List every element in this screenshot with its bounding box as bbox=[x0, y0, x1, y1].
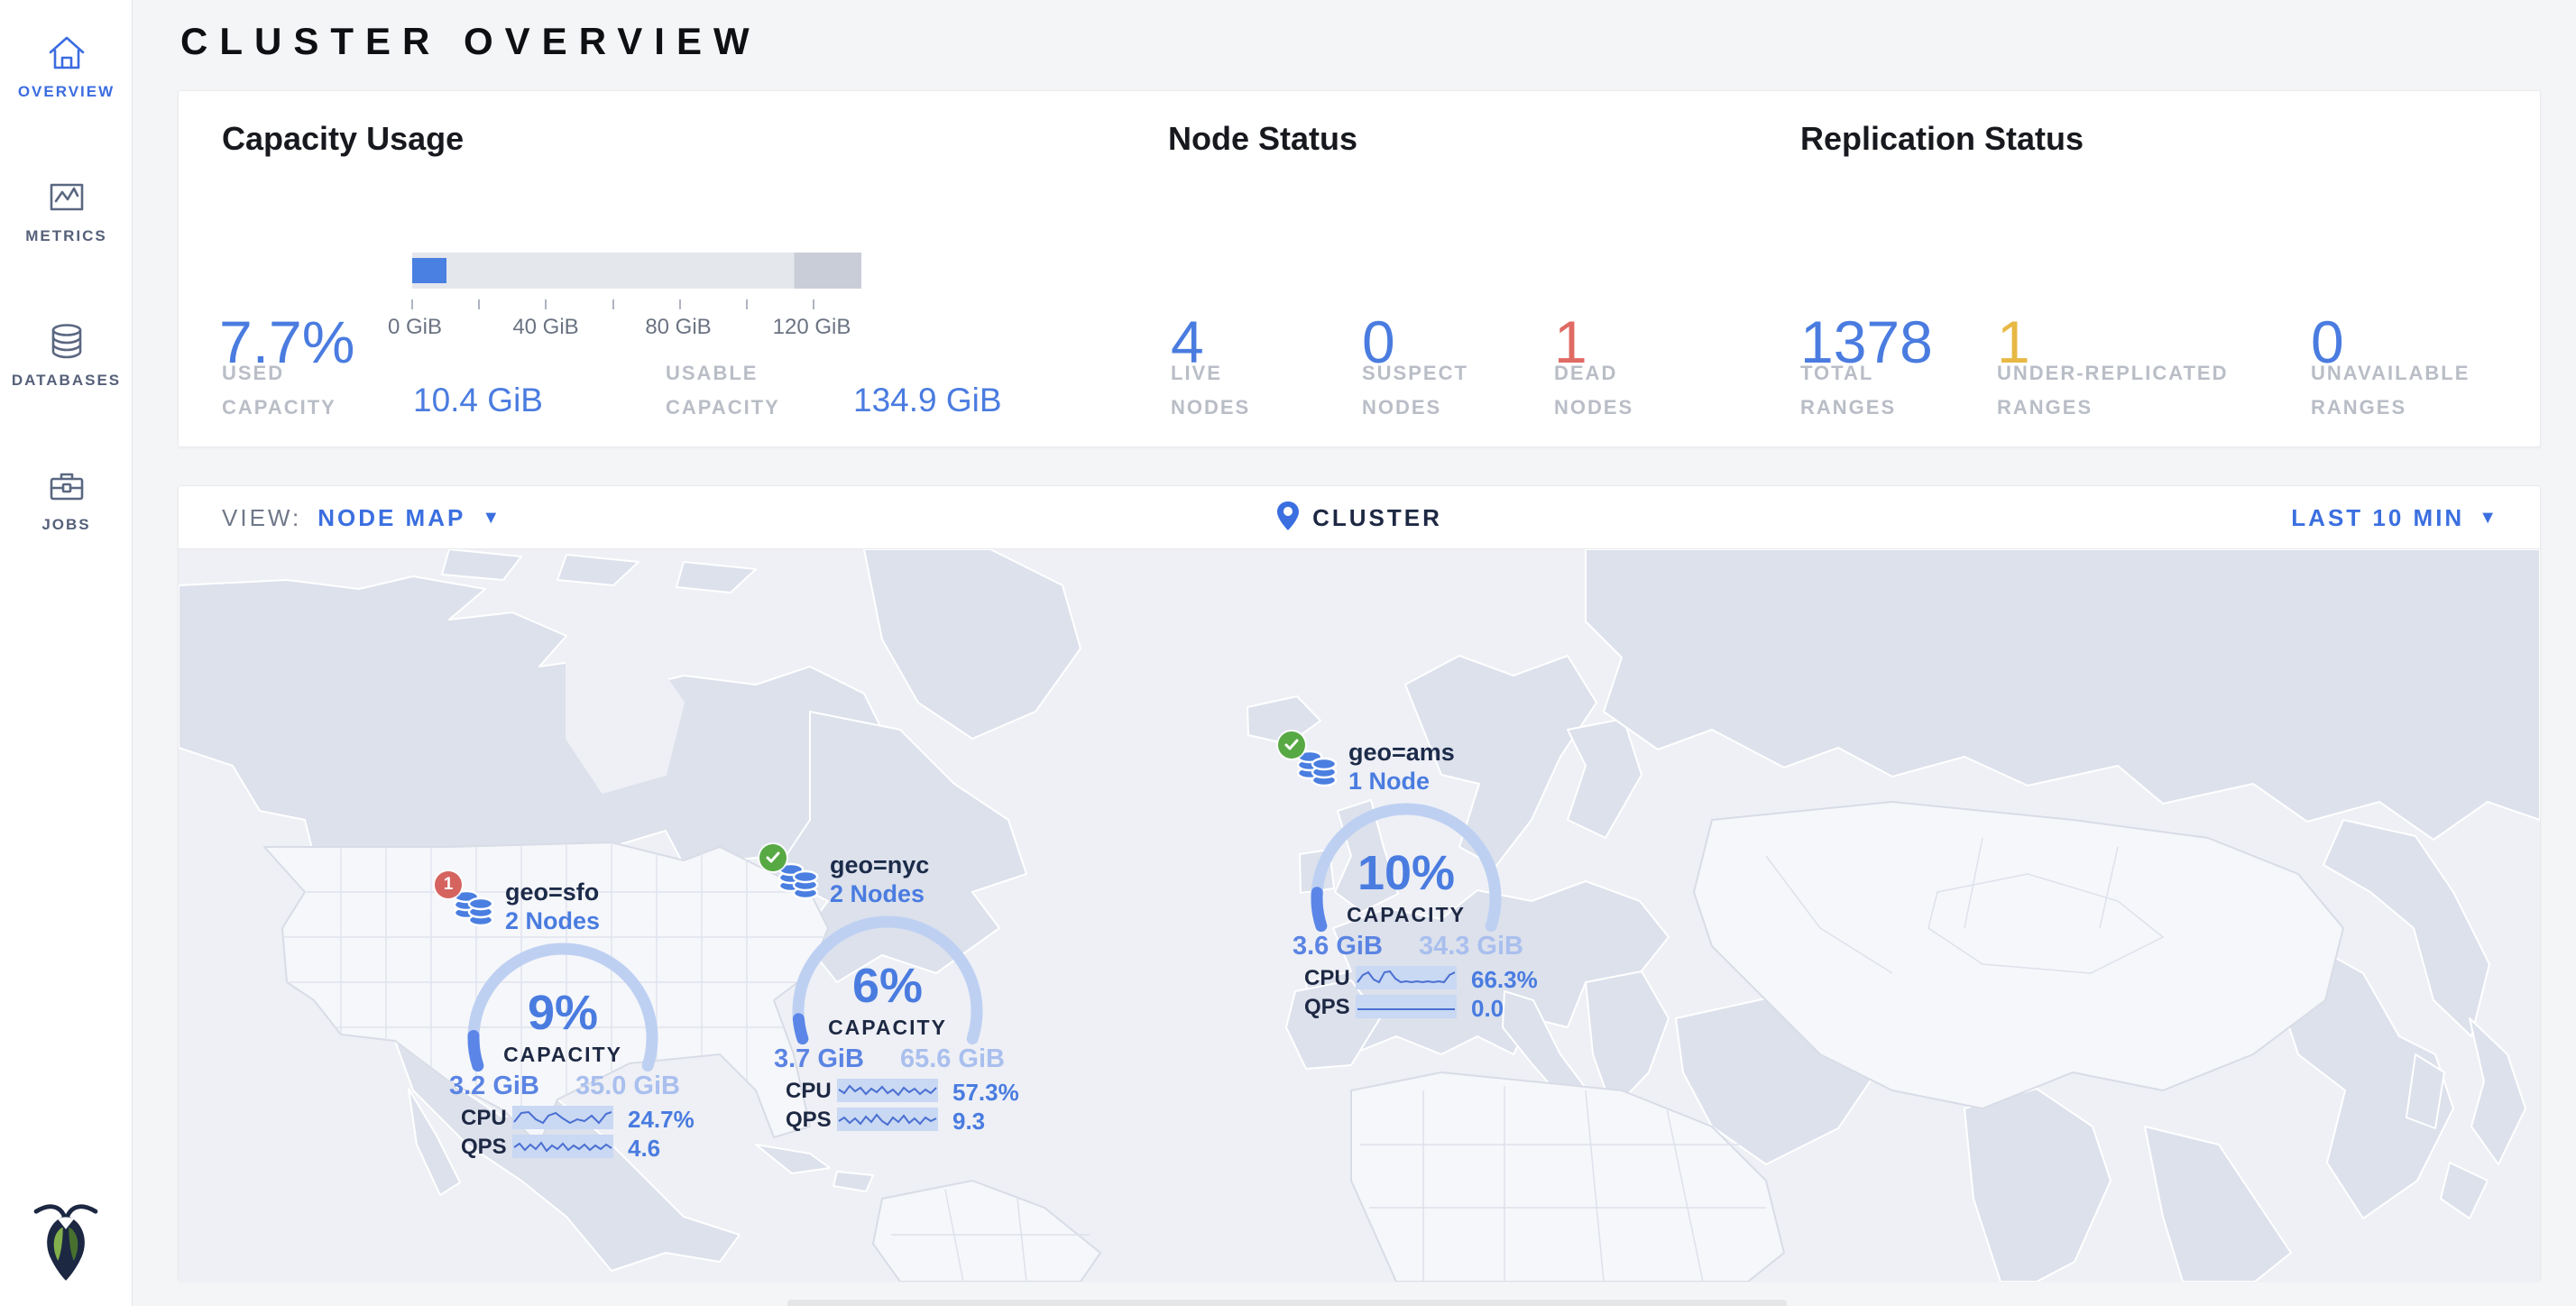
sidebar-item-databases[interactable]: DATABASES bbox=[0, 321, 133, 390]
qps-label: QPS bbox=[786, 1108, 836, 1133]
total-ranges-label: TOTAL RANGES bbox=[1800, 356, 1927, 425]
cpu-sparkline bbox=[512, 1106, 613, 1129]
capacity-tick-label: 80 GiB bbox=[624, 315, 732, 340]
qps-label: QPS bbox=[1304, 995, 1355, 1020]
locality-nyc: geo=nyc 2 Nodes 6% CAPACITY 3.7 GiB 65.6… bbox=[756, 842, 1019, 1145]
cpu-value: 66.3% bbox=[1471, 966, 1538, 994]
locality-name: geo=nyc bbox=[830, 851, 929, 879]
sidebar-item-label: OVERVIEW bbox=[0, 83, 133, 101]
qps-sparkline bbox=[1356, 995, 1457, 1018]
capacity-percent: 10% bbox=[1298, 845, 1514, 901]
capacity-usage-title: Capacity Usage bbox=[222, 120, 464, 158]
usable-capacity-label: USABLE CAPACITY bbox=[666, 356, 810, 425]
qps-value: 0.0 bbox=[1471, 995, 1504, 1023]
replication-status-title: Replication Status bbox=[1800, 120, 2084, 158]
cockroachdb-logo bbox=[27, 1200, 105, 1283]
sidebar-item-label: DATABASES bbox=[0, 372, 133, 390]
qps-sparkline bbox=[837, 1108, 938, 1131]
cpu-sparkline bbox=[1356, 966, 1457, 989]
capacity-label: CAPACITY bbox=[455, 1043, 671, 1067]
sidebar-item-label: JOBS bbox=[0, 516, 133, 534]
cpu-value: 24.7% bbox=[628, 1106, 695, 1134]
sidebar-item-overview[interactable]: OVERVIEW bbox=[0, 32, 133, 101]
capacity-total-value: 65.6 GiB bbox=[891, 1044, 1005, 1074]
locality-sfo: 1 geo=sfo 2 Nodes 9% CAPACITY 3.2 GiB 35… bbox=[431, 869, 695, 1173]
capacity-total-value: 34.3 GiB bbox=[1410, 932, 1523, 961]
cluster-summary-panel: Capacity Usage 7.7% 0 GiB 40 GiB 80 GiB … bbox=[178, 90, 2541, 447]
qps-sparkline bbox=[512, 1135, 613, 1158]
qps-label: QPS bbox=[461, 1135, 511, 1160]
metrics-icon bbox=[46, 177, 87, 218]
capacity-used-value: 3.2 GiB bbox=[449, 1071, 566, 1101]
page-title: CLUSTER OVERVIEW bbox=[180, 20, 761, 63]
cpu-sparkline bbox=[837, 1079, 938, 1102]
chevron-down-icon[interactable]: ▼ bbox=[2479, 508, 2497, 529]
sidebar-item-metrics[interactable]: METRICS bbox=[0, 177, 133, 245]
healthy-check-icon bbox=[759, 844, 787, 871]
capacity-bar-tick bbox=[478, 299, 480, 309]
capacity-percent: 9% bbox=[455, 985, 671, 1041]
capacity-tick-label: 40 GiB bbox=[492, 315, 600, 340]
node-status-title: Node Status bbox=[1168, 120, 1357, 158]
capacity-label: CAPACITY bbox=[779, 1016, 996, 1040]
used-capacity-label: USED CAPACITY bbox=[222, 356, 348, 425]
jobs-icon bbox=[46, 465, 87, 507]
qps-value: 4.6 bbox=[628, 1135, 660, 1163]
locality-name: geo=sfo bbox=[505, 878, 599, 906]
world-map[interactable]: 1 geo=sfo 2 Nodes 9% CAPACITY 3.2 GiB 35… bbox=[179, 549, 2540, 1282]
suspect-nodes-label: SUSPECT NODES bbox=[1362, 356, 1506, 425]
capacity-percent: 6% bbox=[779, 958, 996, 1014]
under-replicated-ranges-label: UNDER-REPLICATED RANGES bbox=[1997, 356, 2304, 425]
capacity-total-value: 35.0 GiB bbox=[566, 1071, 680, 1101]
cpu-label: CPU bbox=[786, 1079, 836, 1104]
capacity-bar-tick bbox=[612, 299, 614, 309]
capacity-bar-fill bbox=[412, 258, 446, 283]
capacity-label: CAPACITY bbox=[1298, 903, 1514, 927]
sidebar: OVERVIEW METRICS DATABASES JOBS bbox=[0, 0, 133, 1306]
cpu-label: CPU bbox=[1304, 966, 1355, 991]
healthy-check-icon bbox=[1278, 731, 1305, 759]
capacity-bar bbox=[412, 253, 861, 289]
home-icon bbox=[46, 32, 87, 74]
capacity-bar-tick bbox=[545, 299, 547, 309]
dead-node-badge: 1 bbox=[435, 871, 462, 898]
used-capacity-value: 10.4 GiB bbox=[413, 382, 543, 419]
databases-icon bbox=[46, 321, 87, 363]
capacity-bar-tick bbox=[813, 299, 814, 309]
capacity-tick-label: 0 GiB bbox=[361, 315, 469, 340]
capacity-used-value: 3.7 GiB bbox=[774, 1044, 891, 1074]
qps-value: 9.3 bbox=[952, 1108, 985, 1136]
cpu-label: CPU bbox=[461, 1106, 511, 1131]
locality-name: geo=ams bbox=[1348, 739, 1455, 767]
scrollbar[interactable] bbox=[787, 1300, 1787, 1306]
capacity-bar-tick bbox=[679, 299, 681, 309]
sidebar-item-jobs[interactable]: JOBS bbox=[0, 465, 133, 534]
time-range-selector[interactable]: LAST 10 MIN bbox=[2291, 504, 2464, 532]
capacity-bar-tick bbox=[411, 299, 413, 309]
dead-nodes-label: DEAD NODES bbox=[1554, 356, 1680, 425]
map-toolbar: VIEW: NODE MAP ▼ CLUSTER LAST 10 MIN ▼ bbox=[179, 486, 2540, 549]
locality-ams: geo=ams 1 Node 10% CAPACITY 3.6 GiB 34.3… bbox=[1274, 730, 1538, 1033]
node-map-panel: VIEW: NODE MAP ▼ CLUSTER LAST 10 MIN ▼ bbox=[178, 485, 2541, 1281]
capacity-tick-label: 120 GiB bbox=[758, 315, 866, 340]
live-nodes-label: LIVE NODES bbox=[1171, 356, 1297, 425]
location-pin-icon bbox=[1276, 501, 1300, 536]
usable-capacity-value: 134.9 GiB bbox=[853, 382, 1002, 419]
breadcrumb: CLUSTER bbox=[1312, 504, 1442, 532]
cpu-value: 57.3% bbox=[952, 1079, 1019, 1107]
capacity-bar-tick bbox=[746, 299, 748, 309]
unavailable-ranges-label: UNAVAILABLE RANGES bbox=[2311, 356, 2527, 425]
capacity-used-value: 3.6 GiB bbox=[1293, 932, 1410, 961]
sidebar-item-label: METRICS bbox=[0, 227, 133, 245]
